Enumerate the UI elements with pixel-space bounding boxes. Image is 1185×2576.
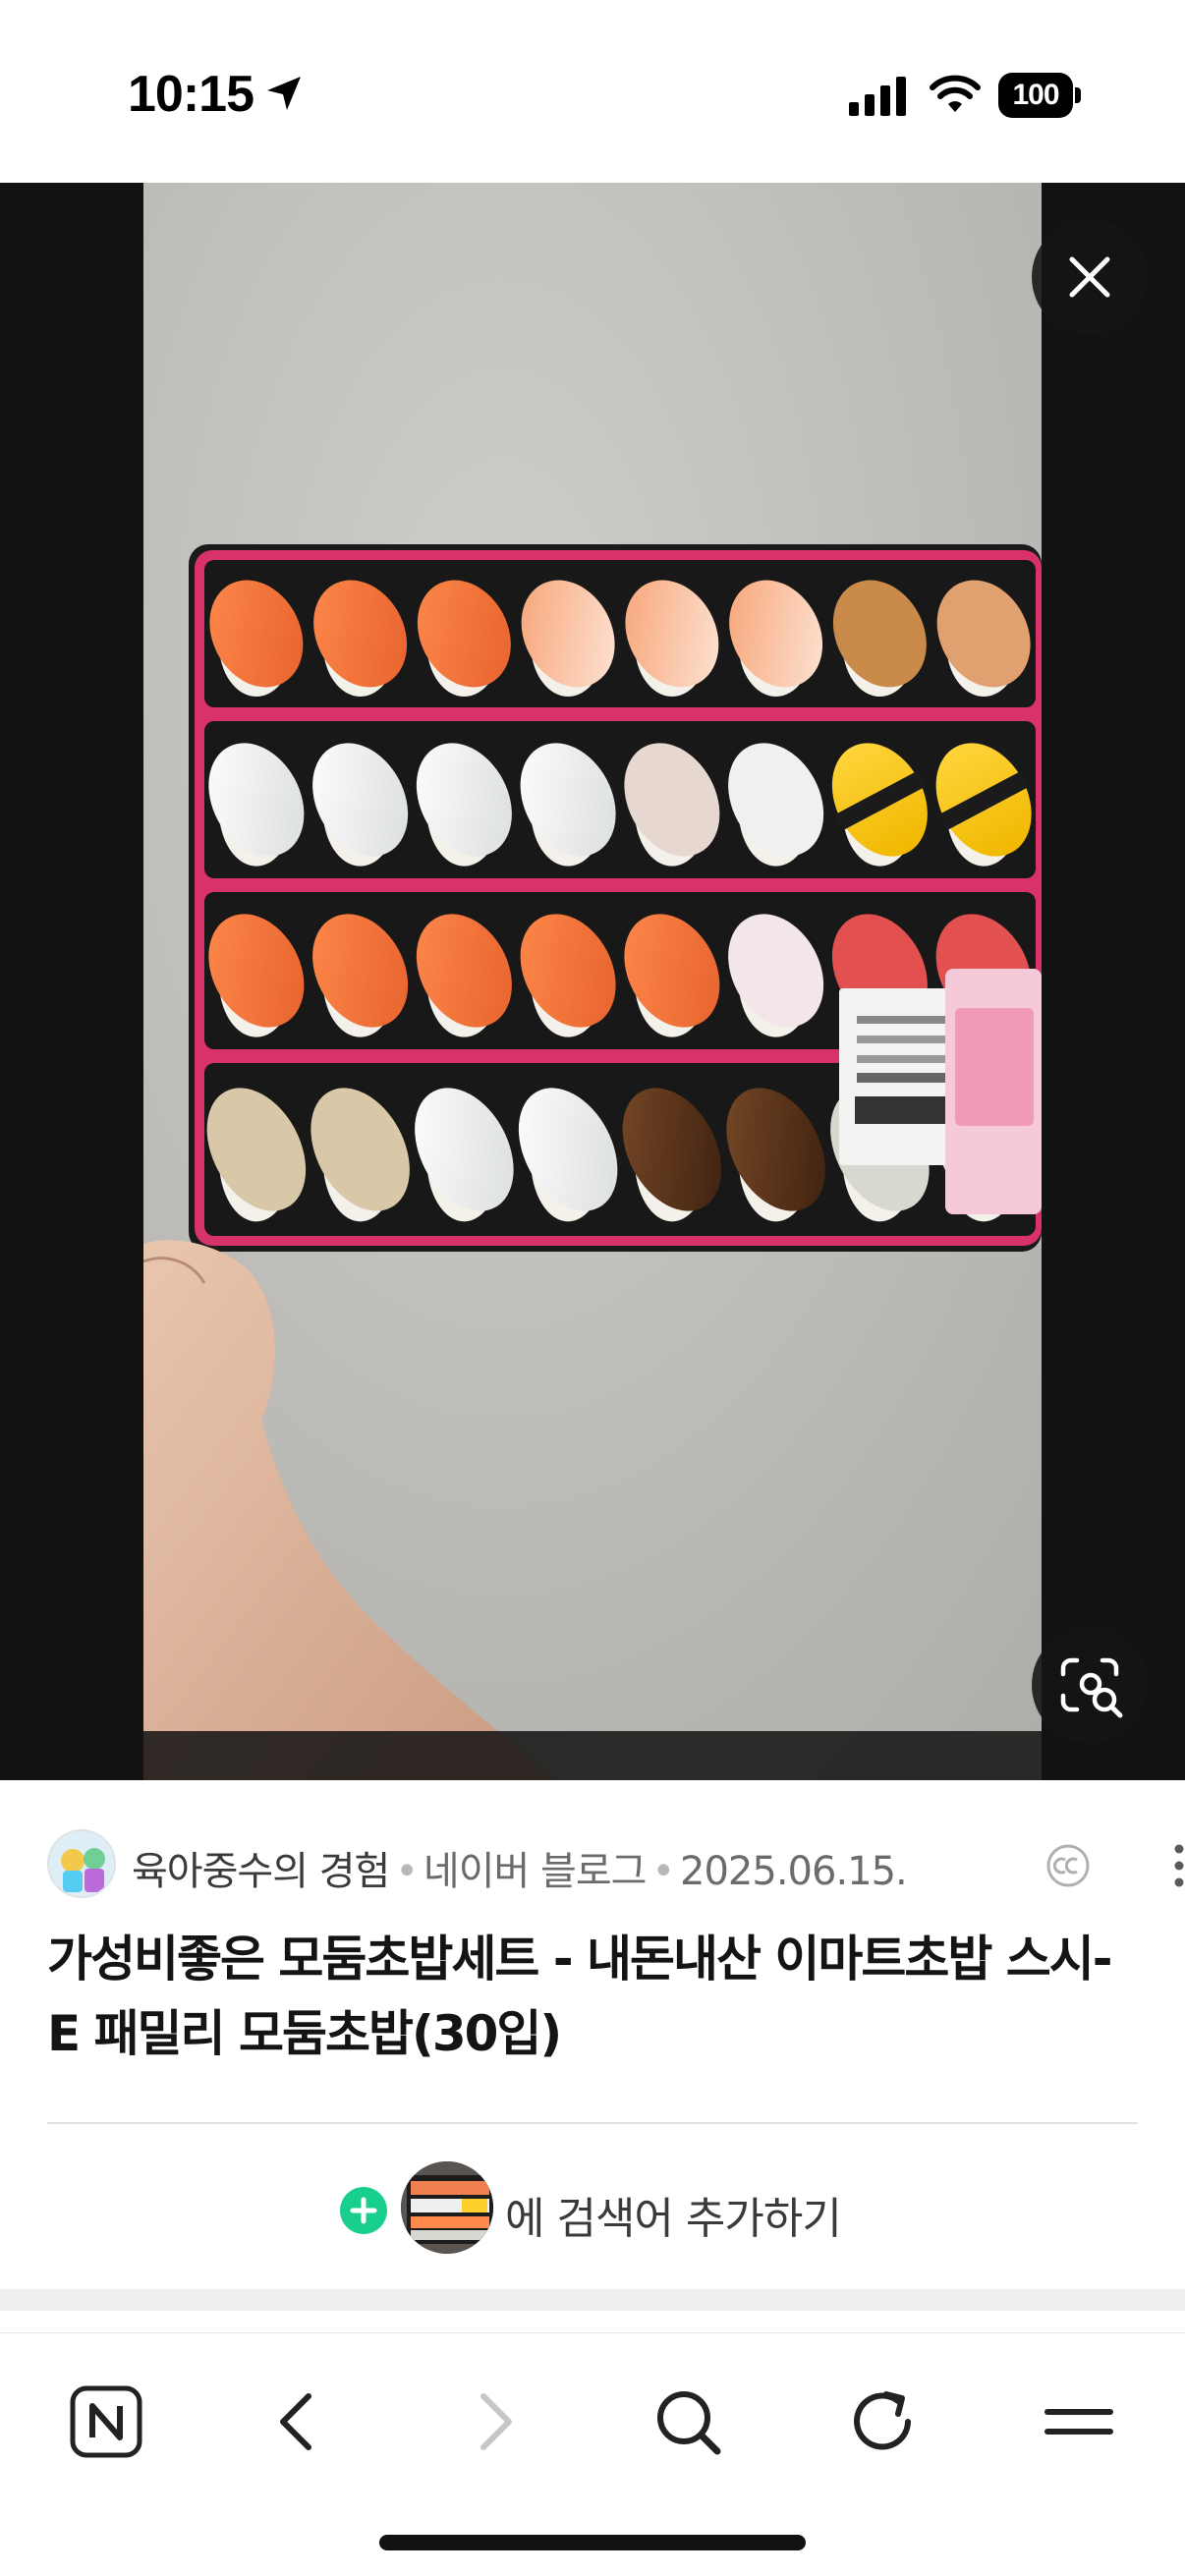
- platform-name: 네이버 블로그: [423, 1849, 648, 1894]
- blogger-avatar: [47, 1829, 116, 1898]
- wifi-icon: [930, 75, 981, 112]
- cellular-signal-icon: [849, 77, 906, 116]
- location-arrow-icon: [267, 77, 301, 110]
- cc-icon: [1046, 1844, 1090, 1887]
- plus-icon: [340, 2187, 387, 2234]
- blogger-name[interactable]: 육아중수의 경험: [132, 1849, 390, 1894]
- naver-home-button[interactable]: [57, 2373, 155, 2471]
- post-date: 2025.06.15.: [680, 1849, 908, 1894]
- add-search-label: 에 검색어 추가하기: [505, 2194, 842, 2244]
- lens-search-icon: [1060, 1657, 1123, 1718]
- forward-icon: [480, 2393, 512, 2450]
- close-button[interactable]: [1032, 219, 1148, 335]
- back-button[interactable]: [250, 2373, 348, 2471]
- article-title[interactable]: 가성비좋은 모둠초밥세트 - 내돈내산 이마트초밥 스시-E 패밀리 모둠초밥(…: [47, 1922, 1138, 2071]
- source-row[interactable]: 육아중수의 경험 • 네이버 블로그 • 2025.06.15.: [47, 1829, 1184, 1900]
- add-search-term-button[interactable]: 에 검색어 추가하기: [340, 2159, 890, 2258]
- close-icon: [1069, 256, 1110, 298]
- sushi-photo[interactable]: [143, 183, 1042, 1780]
- search-thumbnail: [401, 2161, 493, 2254]
- search-icon: [657, 2391, 721, 2455]
- search-button[interactable]: [639, 2373, 737, 2471]
- separator-dot: •: [395, 1849, 419, 1894]
- back-icon: [280, 2393, 311, 2450]
- lens-search-button[interactable]: [1032, 1627, 1148, 1743]
- source-info: 육아중수의 경험 • 네이버 블로그 • 2025.06.15.: [132, 1839, 908, 1896]
- reload-button[interactable]: [833, 2373, 931, 2471]
- naver-home-icon: [70, 2385, 142, 2458]
- status-time: 10:15: [128, 66, 254, 123]
- separator-dot: •: [651, 1849, 675, 1894]
- battery-level: 100: [998, 73, 1073, 118]
- battery-icon: 100: [998, 73, 1081, 118]
- image-viewer: [0, 183, 1185, 1780]
- divider: [47, 2122, 1138, 2124]
- menu-icon: [1044, 2409, 1113, 2435]
- reload-icon: [854, 2391, 911, 2450]
- home-indicator: [379, 2535, 806, 2550]
- more-options-icon[interactable]: [1159, 1843, 1185, 1888]
- section-separator: [0, 2289, 1185, 2311]
- menu-button[interactable]: [1030, 2373, 1128, 2471]
- status-bar: 10:15 100: [0, 0, 1185, 183]
- forward-button[interactable]: [444, 2373, 542, 2471]
